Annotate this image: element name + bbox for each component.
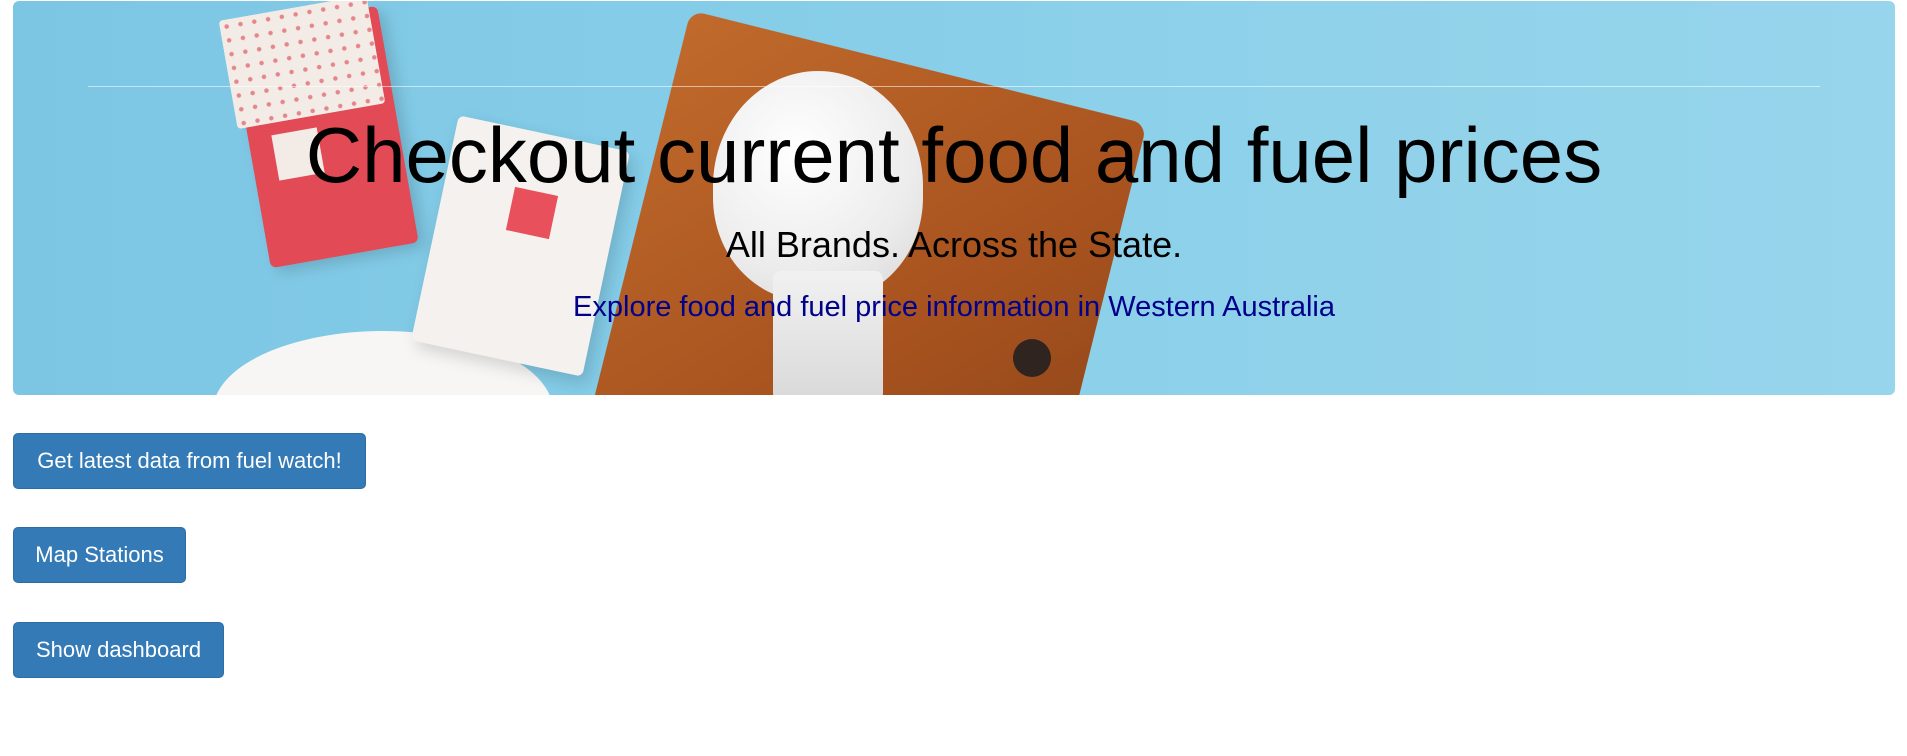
hero-banner: Checkout current food and fuel prices Al… — [13, 1, 1895, 395]
hero-title: Checkout current food and fuel prices — [305, 111, 1603, 199]
hero-subtitle: All Brands. Across the State. — [725, 224, 1183, 265]
map-stations-button[interactable]: Map Stations — [13, 527, 186, 583]
get-latest-data-button[interactable]: Get latest data from fuel watch! — [13, 433, 366, 489]
wallet-button-image — [1013, 339, 1051, 377]
show-dashboard-button[interactable]: Show dashboard — [13, 622, 224, 678]
explore-link[interactable]: Explore food and fuel price information … — [13, 289, 1895, 325]
hero-divider — [88, 86, 1820, 87]
